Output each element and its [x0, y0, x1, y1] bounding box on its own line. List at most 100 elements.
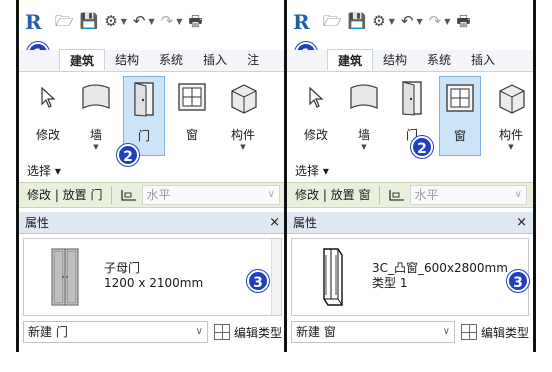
context-bar: 修改 | 放置 窗 水平 ∨: [287, 182, 533, 208]
print-icon[interactable]: 🖶: [456, 14, 470, 29]
wall-icon: [343, 76, 385, 120]
properties-title: 属性: [293, 216, 318, 230]
chevron-down-icon[interactable]: ▼: [444, 17, 450, 26]
door-icon: [391, 76, 433, 120]
close-icon[interactable]: ×: [516, 212, 527, 234]
type-name-line1: 子母门: [104, 261, 141, 275]
instance-filter-value: 新建 窗: [296, 325, 336, 339]
modify-label: 修改: [303, 128, 328, 142]
save-icon[interactable]: 💾: [80, 14, 99, 29]
type-scrollbar[interactable]: [271, 239, 281, 315]
modify-button[interactable]: 修改: [295, 76, 337, 156]
window-button[interactable]: 窗: [439, 76, 481, 156]
properties-title: 属性: [25, 216, 50, 230]
tab-systems[interactable]: 系统: [149, 49, 193, 71]
placement-icon[interactable]: [120, 188, 138, 202]
type-selector[interactable]: 子母门 1200 x 2100mm: [23, 238, 282, 316]
chevron-down-icon: ∨: [514, 189, 522, 200]
tab-annotate[interactable]: 注: [237, 49, 269, 71]
tab-insert[interactable]: 插入: [461, 49, 505, 71]
chevron-down-icon[interactable]: ▼: [343, 143, 385, 151]
edit-type-button[interactable]: 编辑类型: [213, 324, 282, 341]
context-title: 修改 | 放置 窗: [287, 186, 380, 204]
save-icon[interactable]: 💾: [348, 14, 367, 29]
edit-type-button[interactable]: 编辑类型: [460, 324, 529, 341]
undo-icon[interactable]: ↶: [401, 14, 414, 29]
component-button[interactable]: 构件 ▼: [487, 76, 533, 156]
placement-combo[interactable]: 水平 ∨: [409, 185, 527, 205]
component-button[interactable]: 构件 ▼: [219, 76, 267, 156]
step-badge-3: 3: [247, 270, 269, 292]
open-icon[interactable]: 🗁: [55, 14, 74, 29]
sync-icon[interactable]: ⚙: [372, 14, 385, 29]
placement-icon[interactable]: [388, 188, 406, 202]
undo-icon[interactable]: ↶: [133, 14, 146, 29]
tab-architecture[interactable]: 建筑: [327, 49, 374, 71]
type-name-line2: 类型 1: [372, 276, 408, 290]
instance-filter-combo[interactable]: 新建 窗 ∨: [291, 321, 455, 343]
context-bar: 修改 | 放置 门 水平 ∨: [19, 182, 286, 208]
wall-label: 墙: [89, 128, 102, 142]
window-button[interactable]: 窗: [171, 76, 213, 156]
cursor-icon: [27, 76, 69, 120]
edit-type-label: 编辑类型: [233, 325, 282, 340]
tab-structure[interactable]: 结构: [105, 49, 149, 71]
window-thumbnail: [298, 243, 364, 311]
redo-icon[interactable]: ↷: [161, 14, 174, 29]
wall-button[interactable]: 墙 ▼: [343, 76, 385, 156]
chevron-down-icon[interactable]: ▼: [219, 143, 267, 151]
tab-spacer: [287, 49, 327, 71]
chevron-down-icon[interactable]: ▼: [121, 17, 127, 26]
tab-spacer: [19, 49, 59, 71]
component-icon: [219, 76, 267, 120]
revit-logo[interactable]: R: [293, 10, 310, 34]
chevron-down-icon[interactable]: ▼: [487, 143, 533, 151]
chevron-down-icon[interactable]: ▼: [416, 17, 422, 26]
placement-combo[interactable]: 水平 ∨: [141, 185, 280, 205]
type-name-line2: 1200 x 2100mm: [104, 276, 204, 290]
door-label: 门: [137, 129, 150, 143]
window-icon: [440, 77, 480, 121]
instance-filter-value: 新建 门: [28, 325, 68, 339]
ribbon-tabs: 建筑 结构 系统 插入: [287, 49, 533, 72]
window-icon: [171, 76, 213, 120]
context-title: 修改 | 放置 门: [19, 186, 112, 204]
ribbon-panel: 修改 墙 ▼ 门 窗 构件 ▼ 2 选择 ▾: [287, 72, 533, 180]
component-label: 构件: [230, 128, 255, 142]
select-dropdown[interactable]: 选择 ▾: [27, 162, 61, 179]
close-icon[interactable]: ×: [269, 212, 280, 234]
modify-label: 修改: [35, 128, 60, 142]
sync-icon[interactable]: ⚙: [104, 14, 117, 29]
revit-logo[interactable]: R: [25, 10, 42, 34]
chevron-down-icon: ∨: [267, 189, 275, 200]
window-label: 窗: [185, 128, 198, 142]
select-dropdown[interactable]: 选择 ▾: [295, 162, 329, 179]
modify-button[interactable]: 修改: [27, 76, 69, 156]
ribbon-panel: 修改 墙 ▼ 门 窗 构件 ▼ 2 选择 ▾: [19, 72, 286, 180]
chevron-down-icon[interactable]: ▼: [389, 17, 395, 26]
instance-filter-combo[interactable]: 新建 门 ∨: [23, 321, 208, 343]
tab-insert[interactable]: 插入: [193, 49, 237, 71]
tab-architecture[interactable]: 建筑: [59, 49, 106, 71]
type-selector[interactable]: 3C_凸窗_600x2800mm 类型 1: [291, 238, 529, 316]
tab-systems[interactable]: 系统: [417, 49, 461, 71]
left-panel: R 🗁 💾 ⚙▼ ↶▼ ↷▼ 🖶 1 建筑 结构 系统 插入 注 修改 墙: [16, 0, 286, 352]
component-label: 构件: [498, 128, 523, 142]
chevron-down-icon[interactable]: ▼: [148, 17, 154, 26]
chevron-down-icon: ∨: [442, 326, 450, 337]
edit-type-label: 编辑类型: [480, 325, 529, 340]
tab-structure[interactable]: 结构: [373, 49, 417, 71]
wall-label: 墙: [357, 128, 370, 142]
step-badge-3: 3: [507, 270, 529, 292]
print-icon[interactable]: 🖶: [188, 14, 202, 29]
quick-access-toolbar: R 🗁 💾 ⚙ ▼ ↶ ▼ ↷ ▼ 🖶: [19, 0, 286, 42]
cursor-icon: [295, 76, 337, 120]
chevron-down-icon[interactable]: ▼: [176, 17, 182, 26]
chevron-down-icon[interactable]: ▼: [75, 143, 117, 151]
properties-header: 属性 ×: [19, 212, 286, 234]
wall-button[interactable]: 墙 ▼: [75, 76, 117, 156]
redo-icon[interactable]: ↷: [429, 14, 442, 29]
edit-type-icon: [213, 324, 230, 340]
door-icon: [124, 77, 164, 121]
open-icon[interactable]: 🗁: [323, 14, 342, 29]
